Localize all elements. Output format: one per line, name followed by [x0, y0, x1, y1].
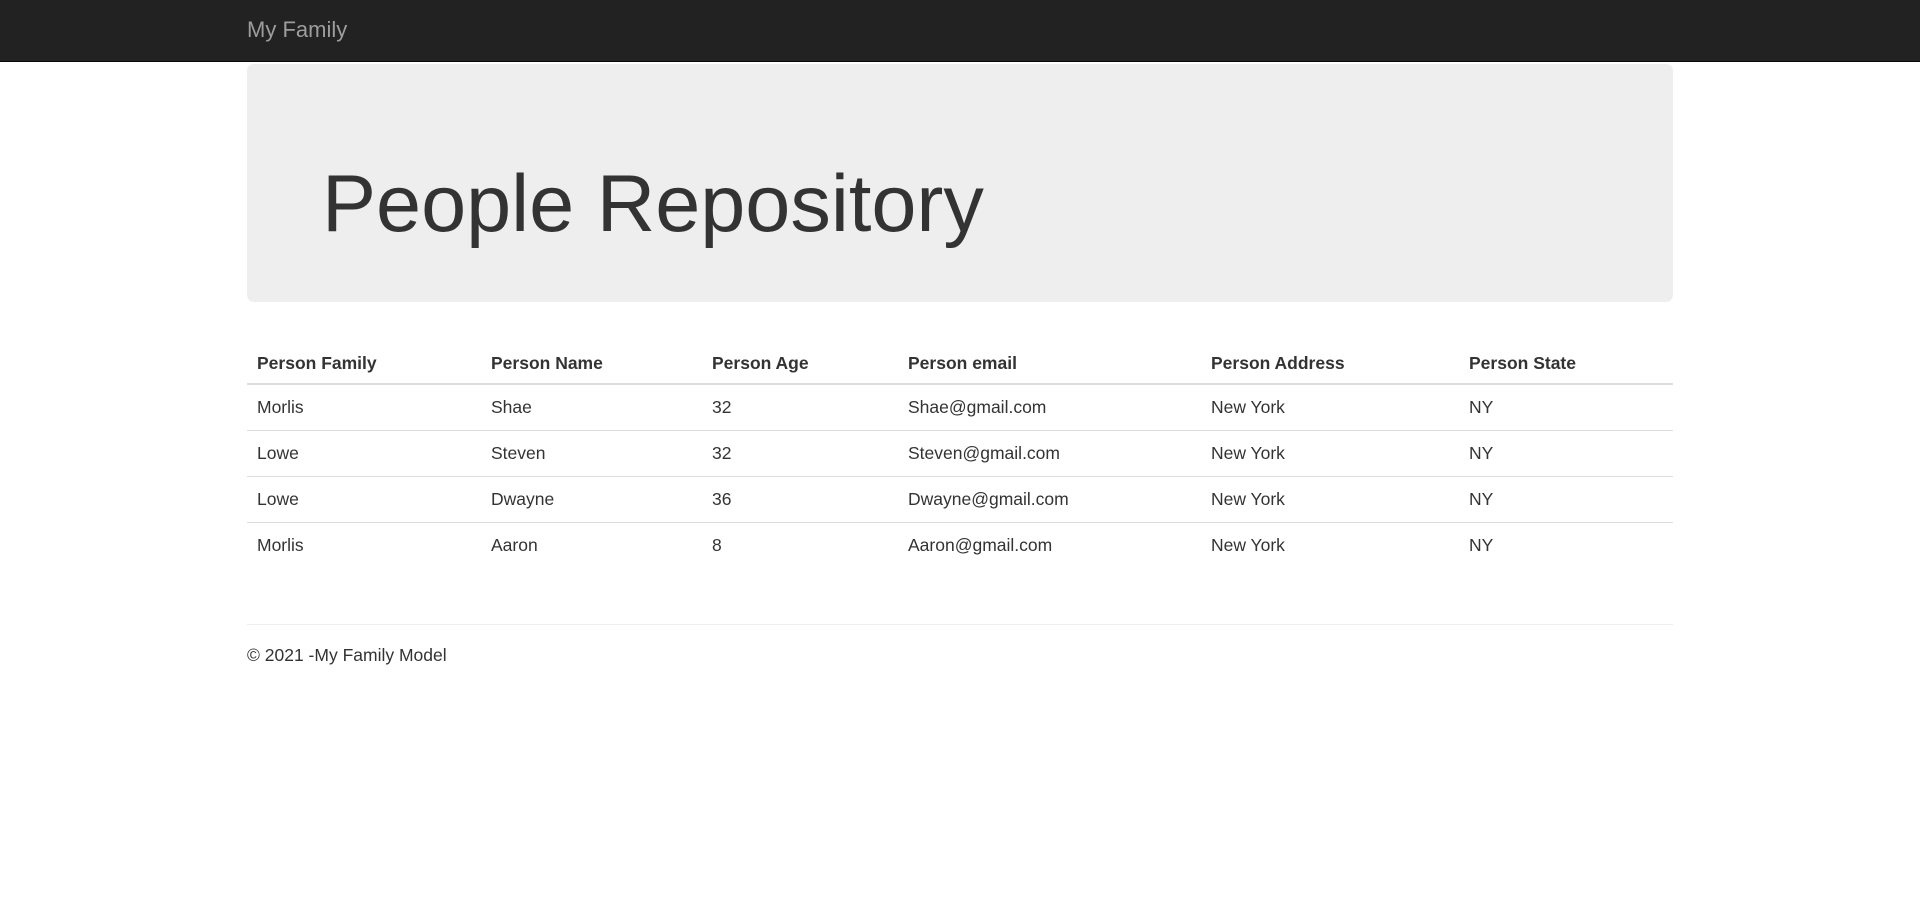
people-table: Person Family Person Name Person Age Per…	[247, 343, 1673, 568]
column-header-age: Person Age	[702, 343, 898, 385]
brand-link[interactable]: My Family	[247, 0, 347, 60]
cell-state: NY	[1459, 521, 1673, 568]
cell-age: 32	[702, 429, 898, 476]
cell-age: 36	[702, 475, 898, 522]
table-row: Morlis Shae 32 Shae@gmail.com New York N…	[247, 384, 1673, 430]
table-row: Lowe Steven 32 Steven@gmail.com New York…	[247, 429, 1673, 476]
cell-email: Shae@gmail.com	[908, 396, 1047, 417]
column-header-address: Person Address	[1201, 343, 1459, 385]
cell-family: Morlis	[257, 396, 304, 417]
cell-address: New York	[1211, 396, 1285, 417]
cell-address: New York	[1201, 521, 1459, 568]
cell-name: Shae	[491, 396, 532, 417]
cell-state: NY	[1459, 475, 1673, 522]
cell-address: New York	[1201, 475, 1459, 522]
cell-family: Morlis	[247, 521, 481, 568]
cell-state: NY	[1469, 396, 1494, 417]
table-body: Morlis Shae 32 Shae@gmail.com New York N…	[247, 384, 1673, 568]
table-row: Lowe Dwayne 36 Dwayne@gmail.com New York…	[247, 475, 1673, 522]
cell-age: 8	[702, 521, 898, 568]
table-header: Person Family Person Name Person Age Per…	[247, 343, 1673, 385]
table-row: Morlis Aaron 8 Aaron@gmail.com New York …	[247, 521, 1673, 568]
column-header-family: Person Family	[247, 343, 481, 385]
cell-state: NY	[1459, 429, 1673, 476]
cell-name: Aaron	[481, 521, 702, 568]
jumbotron: People Repository	[247, 64, 1673, 302]
cell-family: Lowe	[247, 429, 481, 476]
table-header-row: Person Family Person Name Person Age Per…	[247, 343, 1673, 385]
cell-name: Steven	[481, 429, 702, 476]
footer-divider	[247, 624, 1673, 625]
column-header-email: Person email	[898, 343, 1201, 385]
page-title: People Repository	[322, 159, 984, 249]
navbar: My Family	[0, 0, 1920, 62]
body-content: People Repository Person Family Person N…	[247, 64, 1673, 666]
footer-copyright: © 2021 -My Family Model	[247, 645, 447, 665]
cell-email: Dwayne@gmail.com	[898, 475, 1201, 522]
footer: © 2021 -My Family Model	[247, 645, 1673, 666]
cell-family: Lowe	[247, 475, 481, 522]
column-header-state: Person State	[1459, 343, 1673, 385]
column-header-name: Person Name	[481, 343, 702, 385]
cell-age: 32	[712, 396, 732, 417]
cell-email: Aaron@gmail.com	[898, 521, 1201, 568]
cell-address: New York	[1201, 429, 1459, 476]
navbar-container: My Family	[247, 0, 1673, 60]
cell-name: Dwayne	[481, 475, 702, 522]
cell-email: Steven@gmail.com	[898, 429, 1201, 476]
